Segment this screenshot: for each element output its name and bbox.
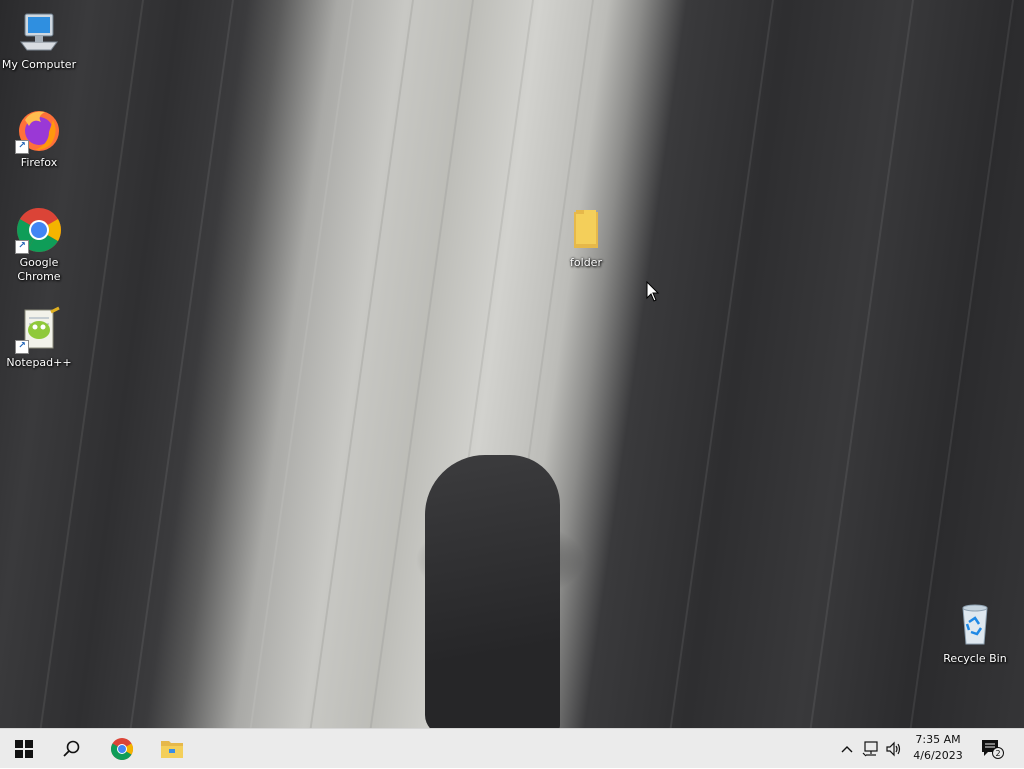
taskbar-chrome-button[interactable]: [98, 729, 146, 769]
volume-icon: [886, 741, 901, 757]
show-hidden-icons-button[interactable]: [837, 739, 857, 759]
desktop-icon-label: Google Chrome: [17, 256, 61, 283]
firefox-icon: ↗: [15, 106, 63, 154]
mouse-cursor-icon: [646, 280, 660, 307]
notification-count: 2: [995, 749, 1000, 758]
taskbar: 7:35 AM 4/6/2023 2: [0, 728, 1024, 768]
desktop-icon-my-computer[interactable]: My Computer: [1, 8, 77, 72]
folder-icon: [562, 206, 610, 254]
taskbar-file-explorer-button[interactable]: [148, 729, 196, 769]
volume-button[interactable]: [884, 739, 904, 759]
action-center-button[interactable]: 2: [980, 739, 1006, 759]
desktop-icon-recycle-bin[interactable]: Recycle Bin: [937, 602, 1013, 666]
search-button[interactable]: [48, 729, 96, 769]
notepad-plus-plus-icon: ↗: [15, 306, 63, 354]
shortcut-arrow-icon: ↗: [15, 140, 29, 154]
desktop-icon-google-chrome[interactable]: ↗ Google Chrome: [1, 206, 77, 284]
chrome-icon: [111, 738, 133, 760]
recycle-bin-icon: [951, 602, 999, 650]
start-button[interactable]: [0, 729, 48, 769]
network-icon: [862, 741, 878, 757]
desktop-icon-label: Recycle Bin: [943, 652, 1007, 665]
desktop-icon-folder[interactable]: folder: [548, 206, 624, 270]
clock-date: 4/6/2023: [913, 749, 963, 762]
desktop-icon-label: folder: [570, 256, 602, 269]
shortcut-arrow-icon: ↗: [15, 340, 29, 354]
search-icon: [63, 740, 80, 757]
desktop-icon-label: Notepad++: [6, 356, 72, 369]
desktop-icon-label: Firefox: [20, 156, 58, 169]
desktop-icon-notepad-plus-plus[interactable]: ↗ Notepad++: [1, 306, 77, 370]
clock-time: 7:35 AM: [915, 733, 961, 746]
chevron-up-icon: [841, 746, 853, 753]
desktop-icon-label: My Computer: [1, 58, 77, 71]
taskbar-clock[interactable]: 7:35 AM 4/6/2023: [908, 732, 968, 764]
desktop-icon-firefox[interactable]: ↗ Firefox: [1, 106, 77, 170]
network-button[interactable]: [861, 739, 881, 759]
desktop-wallpaper[interactable]: My Computer ↗ Firefox ↗ Google Chrome ↗ …: [0, 0, 1024, 728]
windows-logo-icon: [15, 740, 33, 758]
chrome-icon: ↗: [15, 206, 63, 254]
file-explorer-icon: [161, 741, 183, 758]
shortcut-arrow-icon: ↗: [15, 240, 29, 254]
notification-icon: 2: [982, 740, 1004, 759]
computer-icon: [15, 8, 63, 56]
